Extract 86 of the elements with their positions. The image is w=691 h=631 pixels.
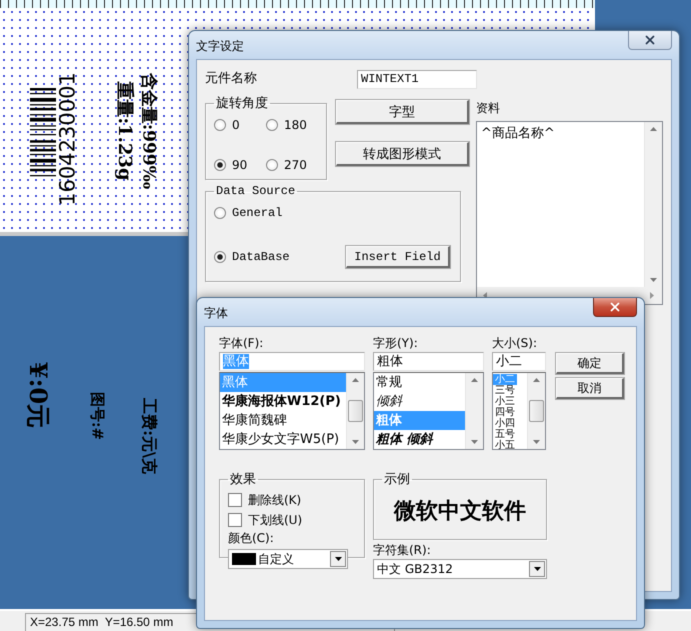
scroll-thumb[interactable] xyxy=(529,400,544,422)
charset-select[interactable]: 中文 GB2312 xyxy=(373,559,547,579)
radio-button[interactable] xyxy=(214,207,226,219)
field-label: 颜色(C): xyxy=(228,530,275,546)
data-text: ^商品名称^ xyxy=(480,125,556,143)
field-label: 字体(F): xyxy=(219,335,264,351)
sample-text: 微软中文软件 xyxy=(392,498,527,526)
dropdown-button[interactable] xyxy=(330,551,346,567)
group-label: Data Source xyxy=(215,184,296,198)
barcode-number: 1604230001 xyxy=(58,72,78,206)
group-label: 示例 xyxy=(383,471,411,488)
list-item[interactable]: 常规 xyxy=(374,373,465,392)
checkbox[interactable] xyxy=(228,513,242,527)
checkbox[interactable] xyxy=(228,493,242,507)
scrollbar[interactable] xyxy=(644,122,662,287)
checkbox-label: 下划线(U) xyxy=(248,512,302,528)
scroll-up-icon[interactable] xyxy=(650,127,657,131)
radio-label: General xyxy=(232,206,282,220)
scroll-down-icon[interactable] xyxy=(650,278,657,282)
radio-label: 270 xyxy=(284,158,307,172)
label-text: 重量:1.23g xyxy=(115,81,133,181)
group-label: 旋转角度 xyxy=(215,95,269,112)
style-list[interactable]: 常规 倾斜 粗体 粗体 倾斜 xyxy=(373,372,484,450)
field-label: 字符集(R): xyxy=(373,542,432,558)
data-text-area[interactable]: ^商品名称^ xyxy=(476,121,663,305)
style-field[interactable]: 粗体 xyxy=(373,352,484,371)
scroll-down-icon[interactable] xyxy=(533,440,540,444)
radio-label: 90 xyxy=(232,158,248,172)
list-item[interactable]: 小五 xyxy=(493,440,517,449)
label-text: 图号:# xyxy=(90,392,104,440)
list-item[interactable]: 小三 xyxy=(493,396,517,407)
window-title: 文字设定 xyxy=(196,38,244,55)
radio-button[interactable] xyxy=(214,251,226,263)
color-select[interactable]: 自定义 xyxy=(228,549,348,569)
scrollbar[interactable] xyxy=(346,373,364,449)
dropdown-button[interactable] xyxy=(529,561,545,577)
label-text: ¥:0元 xyxy=(26,362,50,428)
scroll-down-icon[interactable] xyxy=(471,440,478,444)
group-label: 效果 xyxy=(229,471,257,488)
list-item[interactable]: 粗体 倾斜 xyxy=(374,430,465,449)
graphic-mode-button[interactable]: 转成图形模式 xyxy=(336,142,469,166)
caret-icon xyxy=(534,567,540,571)
list-item[interactable]: 华康简魏碑 xyxy=(220,411,346,430)
list-item[interactable]: 华康少女文字W5(P) xyxy=(220,430,346,449)
field-label: 资料 xyxy=(476,100,501,116)
close-icon xyxy=(608,300,622,314)
scroll-up-icon[interactable] xyxy=(533,378,540,382)
close-button[interactable] xyxy=(628,31,672,50)
list-item[interactable]: 倾斜 xyxy=(374,392,465,411)
checkbox-label: 删除线(K) xyxy=(248,492,302,508)
font-button[interactable]: 字型 xyxy=(336,100,469,124)
field-label: 元件名称 xyxy=(205,71,258,87)
radio-label: 180 xyxy=(284,118,307,132)
font-list[interactable]: 黑体 华康海报体W12(P) 华康简魏碑 华康少女文字W5(P) xyxy=(219,372,365,450)
field-label: 字形(Y): xyxy=(373,335,419,351)
radio-button[interactable] xyxy=(266,159,278,171)
scroll-down-icon[interactable] xyxy=(352,440,359,444)
list-item[interactable]: 五号 xyxy=(493,429,517,440)
label-text: 含金量:999‰ xyxy=(140,72,156,190)
size-list[interactable]: 小二 三号 小三 四号 小四 五号 小五 xyxy=(492,372,546,450)
list-item[interactable]: 四号 xyxy=(493,407,517,418)
caret-icon xyxy=(334,557,342,561)
scroll-thumb[interactable] xyxy=(348,400,363,422)
size-field[interactable]: 小二 xyxy=(492,352,546,371)
window-title: 字体 xyxy=(204,305,228,322)
field-label: 大小(S): xyxy=(492,335,538,351)
close-button[interactable] xyxy=(593,298,637,317)
radio-button[interactable] xyxy=(214,119,226,131)
radio-button[interactable] xyxy=(266,119,278,131)
scroll-up-icon[interactable] xyxy=(352,378,359,382)
scroll-right-icon[interactable] xyxy=(650,292,654,299)
radio-label: 0 xyxy=(232,118,240,132)
label-text: 工费:元\克 xyxy=(141,398,157,474)
radio-label: DataBase xyxy=(232,250,290,264)
insert-field-button[interactable]: Insert Field xyxy=(346,246,450,268)
list-item[interactable]: 三号 xyxy=(493,385,517,396)
list-item[interactable]: 华康海报体W12(P) xyxy=(220,392,346,411)
radio-button[interactable] xyxy=(214,159,226,171)
cancel-button[interactable]: 取消 xyxy=(556,378,624,399)
scrollbar[interactable] xyxy=(465,373,483,449)
list-item[interactable]: 小四 xyxy=(493,418,517,429)
name-field[interactable]: WINTEXT1 xyxy=(357,70,477,88)
scrollbar[interactable] xyxy=(527,373,545,449)
ok-button[interactable]: 确定 xyxy=(556,353,624,374)
scroll-up-icon[interactable] xyxy=(471,378,478,382)
close-icon xyxy=(643,33,657,47)
